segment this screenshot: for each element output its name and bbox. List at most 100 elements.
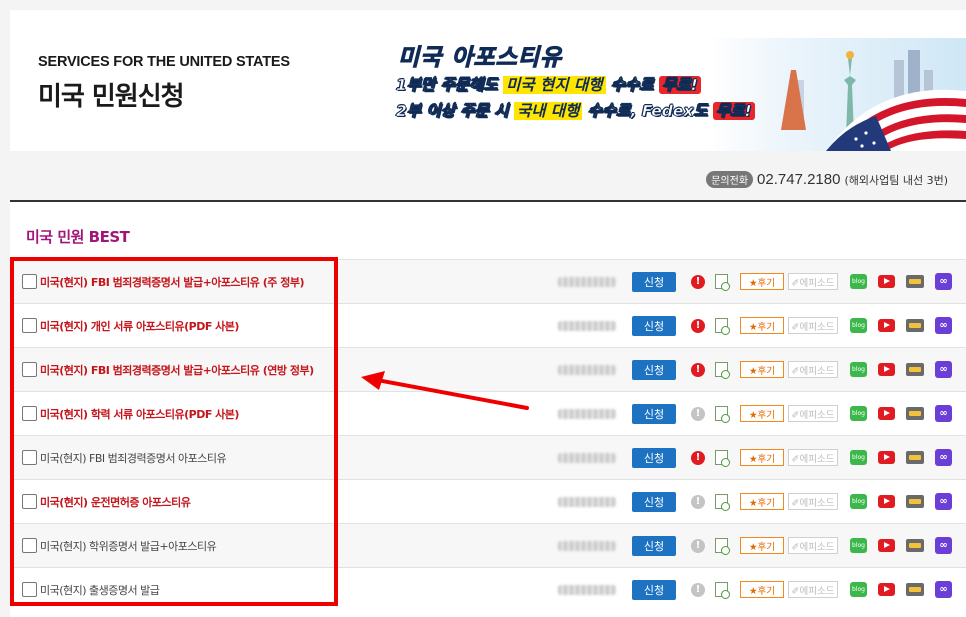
- review-button[interactable]: ★후기: [740, 273, 784, 290]
- news-icon[interactable]: [906, 275, 924, 288]
- service-name[interactable]: 미국(현지) 개인 서류 아포스티유(PDF 사본): [40, 318, 239, 334]
- contact-phone: 문의전화 02.747.2180 (해외사업팀 내선 3번): [706, 171, 948, 188]
- service-name[interactable]: 미국(현지) FBI 범죄경력증명서 아포스티유: [40, 450, 227, 466]
- promo-line-2: 2부 이상 주문 시 국내 대행 수수료, Fedex도 무료!: [396, 99, 755, 121]
- news-icon[interactable]: [906, 319, 924, 332]
- alert-icon[interactable]: !: [691, 274, 705, 289]
- service-name[interactable]: 미국(현지) 운전면허증 아포스티유: [40, 494, 191, 510]
- blog-icon[interactable]: blog: [850, 450, 867, 465]
- service-banner: SERVICES FOR THE UNITED STATES 미국 민원신청 미…: [10, 10, 966, 151]
- link-icon[interactable]: ∞: [935, 405, 952, 422]
- alert-icon[interactable]: !: [691, 362, 705, 377]
- service-name[interactable]: 미국(현지) 출생증명서 발급: [40, 582, 160, 598]
- service-name[interactable]: 미국(현지) FBI 범죄경력증명서 발급+아포스티유 (주 정부): [40, 274, 304, 290]
- promo-banner[interactable]: 미국 아포스티유 1부만 주문해도 미국 현지 대행 수수료 무료! 2부 이상…: [392, 38, 966, 151]
- apply-button[interactable]: 신청: [632, 359, 676, 380]
- news-icon[interactable]: [906, 583, 924, 596]
- youtube-icon[interactable]: [878, 363, 895, 376]
- preview-icon[interactable]: [715, 538, 730, 555]
- review-button[interactable]: ★후기: [740, 405, 784, 422]
- apply-button[interactable]: 신청: [632, 491, 676, 512]
- row-checkbox[interactable]: [22, 450, 37, 465]
- news-icon[interactable]: [906, 451, 924, 464]
- price-blurred: [558, 408, 616, 419]
- blog-icon[interactable]: blog: [850, 318, 867, 333]
- link-icon[interactable]: ∞: [935, 581, 952, 598]
- preview-icon[interactable]: [715, 450, 730, 467]
- youtube-icon[interactable]: [878, 583, 895, 596]
- blog-icon[interactable]: blog: [850, 274, 867, 289]
- service-name[interactable]: 미국(현지) 학위증명서 발급+아포스티유: [40, 538, 217, 554]
- row-checkbox[interactable]: [22, 274, 37, 289]
- service-name[interactable]: 미국(현지) 학력 서류 아포스티유(PDF 사본): [40, 406, 239, 422]
- youtube-icon[interactable]: [878, 495, 895, 508]
- service-name[interactable]: 미국(현지) FBI 범죄경력증명서 발급+아포스티유 (연방 정부): [40, 362, 314, 378]
- apply-button[interactable]: 신청: [632, 447, 676, 468]
- alert-icon[interactable]: !: [691, 538, 705, 553]
- blog-icon[interactable]: blog: [850, 538, 867, 553]
- youtube-icon[interactable]: [878, 451, 895, 464]
- review-button[interactable]: ★후기: [740, 317, 784, 334]
- preview-icon[interactable]: [715, 406, 730, 423]
- alert-icon[interactable]: !: [691, 318, 705, 333]
- preview-icon[interactable]: [715, 494, 730, 511]
- review-button[interactable]: ★후기: [740, 581, 784, 598]
- promo-title: 미국 아포스티유: [397, 45, 563, 72]
- review-button[interactable]: ★후기: [740, 493, 784, 510]
- preview-icon[interactable]: [715, 318, 730, 335]
- episode-button[interactable]: ✐에피소드: [788, 405, 838, 422]
- episode-button[interactable]: ✐에피소드: [788, 449, 838, 466]
- alert-icon[interactable]: !: [691, 406, 705, 421]
- section-title: 미국 민원 BEST: [26, 228, 130, 246]
- apply-button[interactable]: 신청: [632, 403, 676, 424]
- blog-icon[interactable]: blog: [850, 494, 867, 509]
- episode-button[interactable]: ✐에피소드: [788, 581, 838, 598]
- episode-button[interactable]: ✐에피소드: [788, 537, 838, 554]
- link-icon[interactable]: ∞: [935, 537, 952, 554]
- row-checkbox[interactable]: [22, 494, 37, 509]
- episode-button[interactable]: ✐에피소드: [788, 361, 838, 378]
- row-checkbox[interactable]: [22, 582, 37, 597]
- preview-icon[interactable]: [715, 582, 730, 599]
- row-checkbox[interactable]: [22, 318, 37, 333]
- link-icon[interactable]: ∞: [935, 317, 952, 334]
- youtube-icon[interactable]: [878, 407, 895, 420]
- news-icon[interactable]: [906, 407, 924, 420]
- episode-button[interactable]: ✐에피소드: [788, 493, 838, 510]
- youtube-icon[interactable]: [878, 275, 895, 288]
- apply-button[interactable]: 신청: [632, 315, 676, 336]
- link-icon[interactable]: ∞: [935, 449, 952, 466]
- review-button[interactable]: ★후기: [740, 449, 784, 466]
- service-row: 미국(현지) FBI 범죄경력증명서 아포스티유 신청! ★후기 ✐에피소드 blog ∞: [10, 435, 966, 479]
- preview-icon[interactable]: [715, 274, 730, 291]
- link-icon[interactable]: ∞: [935, 361, 952, 378]
- row-checkbox[interactable]: [22, 406, 37, 421]
- link-icon[interactable]: ∞: [935, 273, 952, 290]
- alert-icon[interactable]: !: [691, 450, 705, 465]
- blog-icon[interactable]: blog: [850, 362, 867, 377]
- banner-title: 미국 민원신청: [38, 82, 185, 112]
- news-icon[interactable]: [906, 363, 924, 376]
- blog-icon[interactable]: blog: [850, 406, 867, 421]
- alert-icon[interactable]: !: [691, 494, 705, 509]
- best-services-panel: 미국 민원 BEST 미국(현지) FBI 범죄경력증명서 발급+아포스티유 (…: [10, 200, 966, 617]
- alert-icon[interactable]: !: [691, 582, 705, 597]
- review-button[interactable]: ★후기: [740, 537, 784, 554]
- link-icon[interactable]: ∞: [935, 493, 952, 510]
- review-button[interactable]: ★후기: [740, 361, 784, 378]
- youtube-icon[interactable]: [878, 319, 895, 332]
- news-icon[interactable]: [906, 539, 924, 552]
- service-row: 미국(현지) FBI 범죄경력증명서 발급+아포스티유 (연방 정부) 신청! ★후…: [10, 347, 966, 391]
- preview-icon[interactable]: [715, 362, 730, 379]
- row-checkbox[interactable]: [22, 362, 37, 377]
- youtube-icon[interactable]: [878, 539, 895, 552]
- blog-icon[interactable]: blog: [850, 582, 867, 597]
- news-icon[interactable]: [906, 495, 924, 508]
- episode-button[interactable]: ✐에피소드: [788, 273, 838, 290]
- apply-button[interactable]: 신청: [632, 579, 676, 600]
- apply-button[interactable]: 신청: [632, 535, 676, 556]
- price-blurred: [558, 584, 616, 595]
- apply-button[interactable]: 신청: [632, 271, 676, 292]
- episode-button[interactable]: ✐에피소드: [788, 317, 838, 334]
- row-checkbox[interactable]: [22, 538, 37, 553]
